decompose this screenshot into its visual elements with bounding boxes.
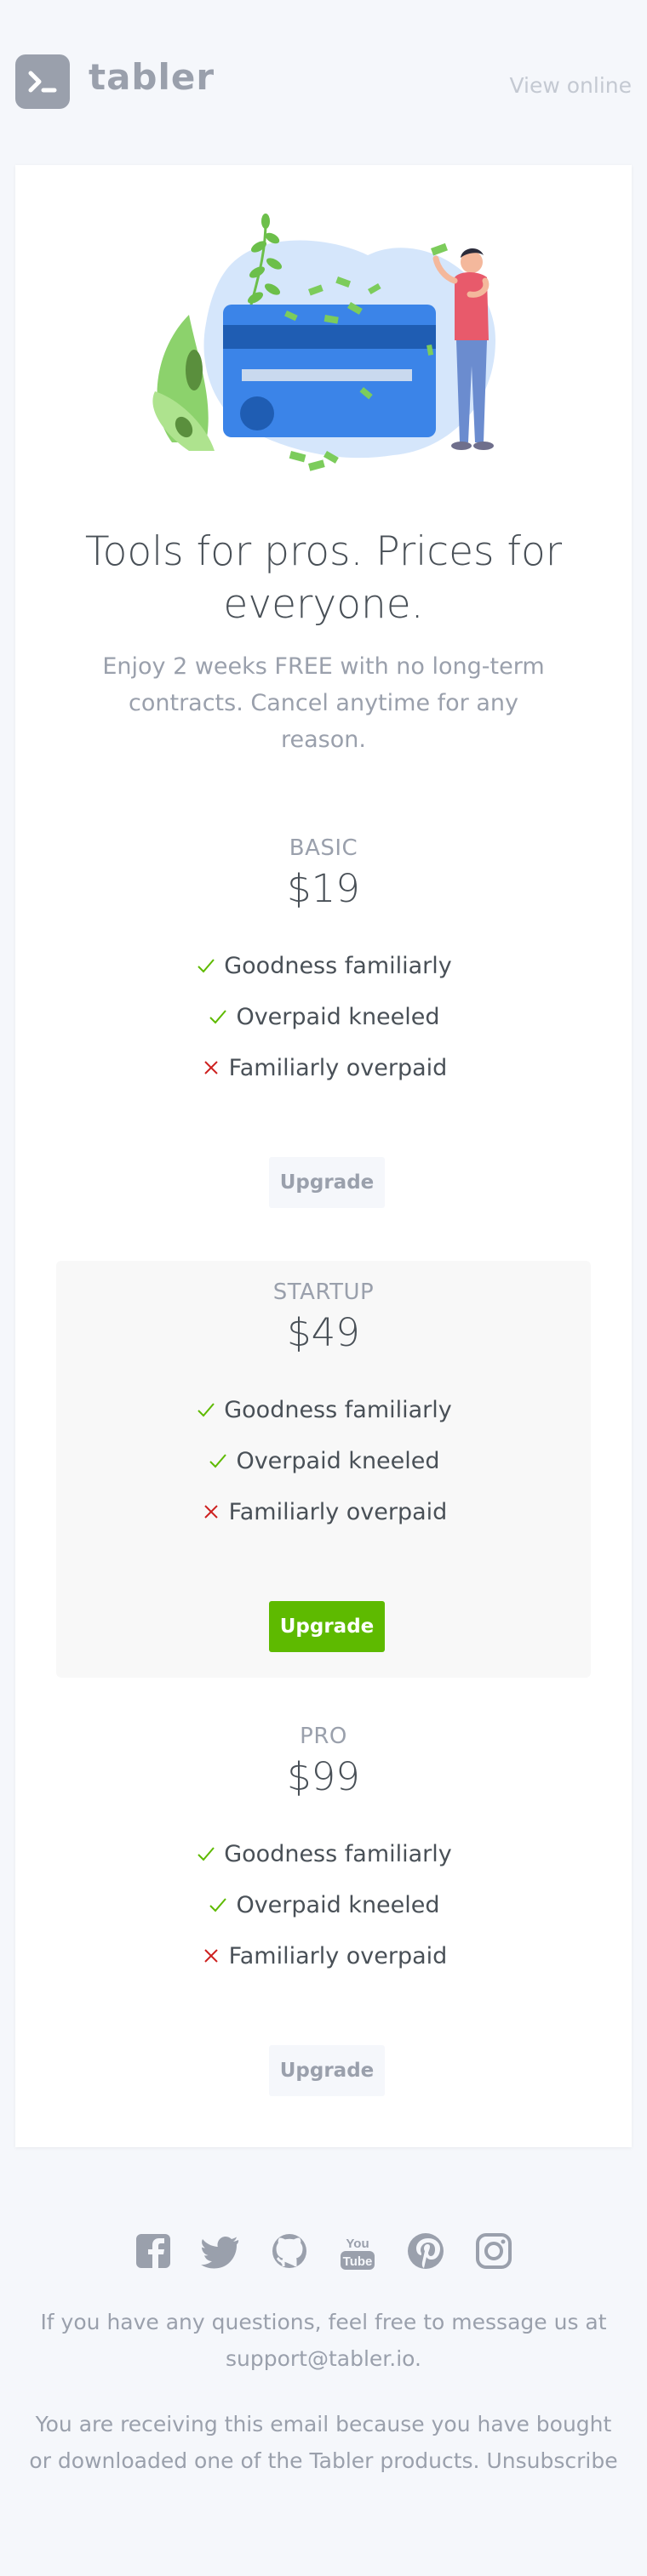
- headline: Tools for pros. Prices for everyone.: [84, 528, 563, 628]
- feature-item: Familiarly overpaid: [56, 1943, 591, 1969]
- svg-text:Tube: Tube: [343, 2254, 373, 2269]
- feature-item: Familiarly overpaid: [56, 1055, 591, 1081]
- check-icon: [198, 959, 215, 973]
- plan-name: BASIC: [289, 835, 358, 861]
- twitter-icon[interactable]: [201, 2231, 242, 2271]
- feature-item: Familiarly overpaid: [56, 1499, 591, 1525]
- feature-label: Familiarly overpaid: [228, 1943, 448, 1969]
- feature-label: Overpaid kneeled: [236, 1892, 440, 1918]
- tabler-logo-icon[interactable]: [15, 54, 70, 109]
- email-header: tabler View online: [0, 0, 647, 163]
- upgrade-button[interactable]: Upgrade: [269, 1157, 385, 1208]
- cross-icon: [203, 1505, 218, 1519]
- plan-price: $49: [287, 1310, 360, 1355]
- feature-label: Goodness familiarly: [224, 1841, 452, 1867]
- check-icon: [209, 1454, 227, 1468]
- feature-label: Familiarly overpaid: [228, 1055, 448, 1081]
- feature-label: Goodness familiarly: [224, 1397, 452, 1423]
- feature-item: Overpaid kneeled: [56, 1004, 591, 1030]
- svg-text:You: You: [346, 2237, 369, 2251]
- plan-price: $19: [287, 866, 360, 911]
- feature-label: Overpaid kneeled: [236, 1004, 440, 1030]
- email-page: tabler View online Tools for pros. Price…: [0, 0, 647, 2576]
- feature-item: Overpaid kneeled: [56, 1448, 591, 1474]
- feature-label: Overpaid kneeled: [236, 1448, 440, 1474]
- check-icon: [209, 1010, 227, 1024]
- payment-illustration: [138, 196, 530, 488]
- brand-name[interactable]: tabler: [89, 56, 215, 98]
- feature-item: Overpaid kneeled: [56, 1892, 591, 1918]
- github-icon[interactable]: [269, 2231, 310, 2271]
- feature-label: Goodness familiarly: [224, 953, 452, 979]
- social-links: You Tube: [133, 2231, 514, 2271]
- youtube-icon[interactable]: You Tube: [337, 2231, 378, 2271]
- check-icon: [209, 1898, 227, 1912]
- cross-icon: [203, 1061, 218, 1074]
- questions-text: If you have any questions, feel free to …: [40, 2310, 607, 2334]
- subline: Enjoy 2 weeks FREE with no long-term con…: [102, 653, 545, 753]
- plan-basic: BASIC $19 Goodness familiarly Overpaid k…: [56, 817, 591, 1234]
- support-email-link[interactable]: support@tabler.io.: [226, 2346, 421, 2371]
- plan-pro: PRO $99 Goodness familiarly Overpaid kne…: [56, 1705, 591, 2122]
- upgrade-button[interactable]: Upgrade: [269, 1601, 385, 1652]
- upgrade-button[interactable]: Upgrade: [269, 2045, 385, 2096]
- check-icon: [198, 1403, 215, 1417]
- cross-icon: [203, 1949, 218, 1963]
- questions-note: If you have any questions, feel free to …: [26, 2304, 621, 2377]
- plan-price: $99: [287, 1754, 360, 1799]
- feature-item: Goodness familiarly: [56, 953, 591, 979]
- pinterest-icon[interactable]: [405, 2231, 446, 2271]
- plan-startup: STARTUP $49 Goodness familiarly Overpaid…: [56, 1261, 591, 1678]
- feature-item: Goodness familiarly: [56, 1841, 591, 1867]
- plan-name: STARTUP: [272, 1279, 375, 1305]
- facebook-icon[interactable]: [133, 2231, 174, 2271]
- plan-name: PRO: [300, 1724, 347, 1749]
- view-online-link[interactable]: View online: [509, 73, 632, 98]
- check-icon: [198, 1847, 215, 1861]
- pricing-card: Tools for pros. Prices for everyone. Enj…: [15, 165, 632, 2147]
- feature-label: Familiarly overpaid: [228, 1499, 448, 1525]
- feature-item: Goodness familiarly: [56, 1397, 591, 1423]
- instagram-icon[interactable]: [473, 2231, 514, 2271]
- receiving-note: You are receiving this email because you…: [26, 2406, 621, 2479]
- unsubscribe-link[interactable]: Unsubscribe: [486, 2448, 617, 2473]
